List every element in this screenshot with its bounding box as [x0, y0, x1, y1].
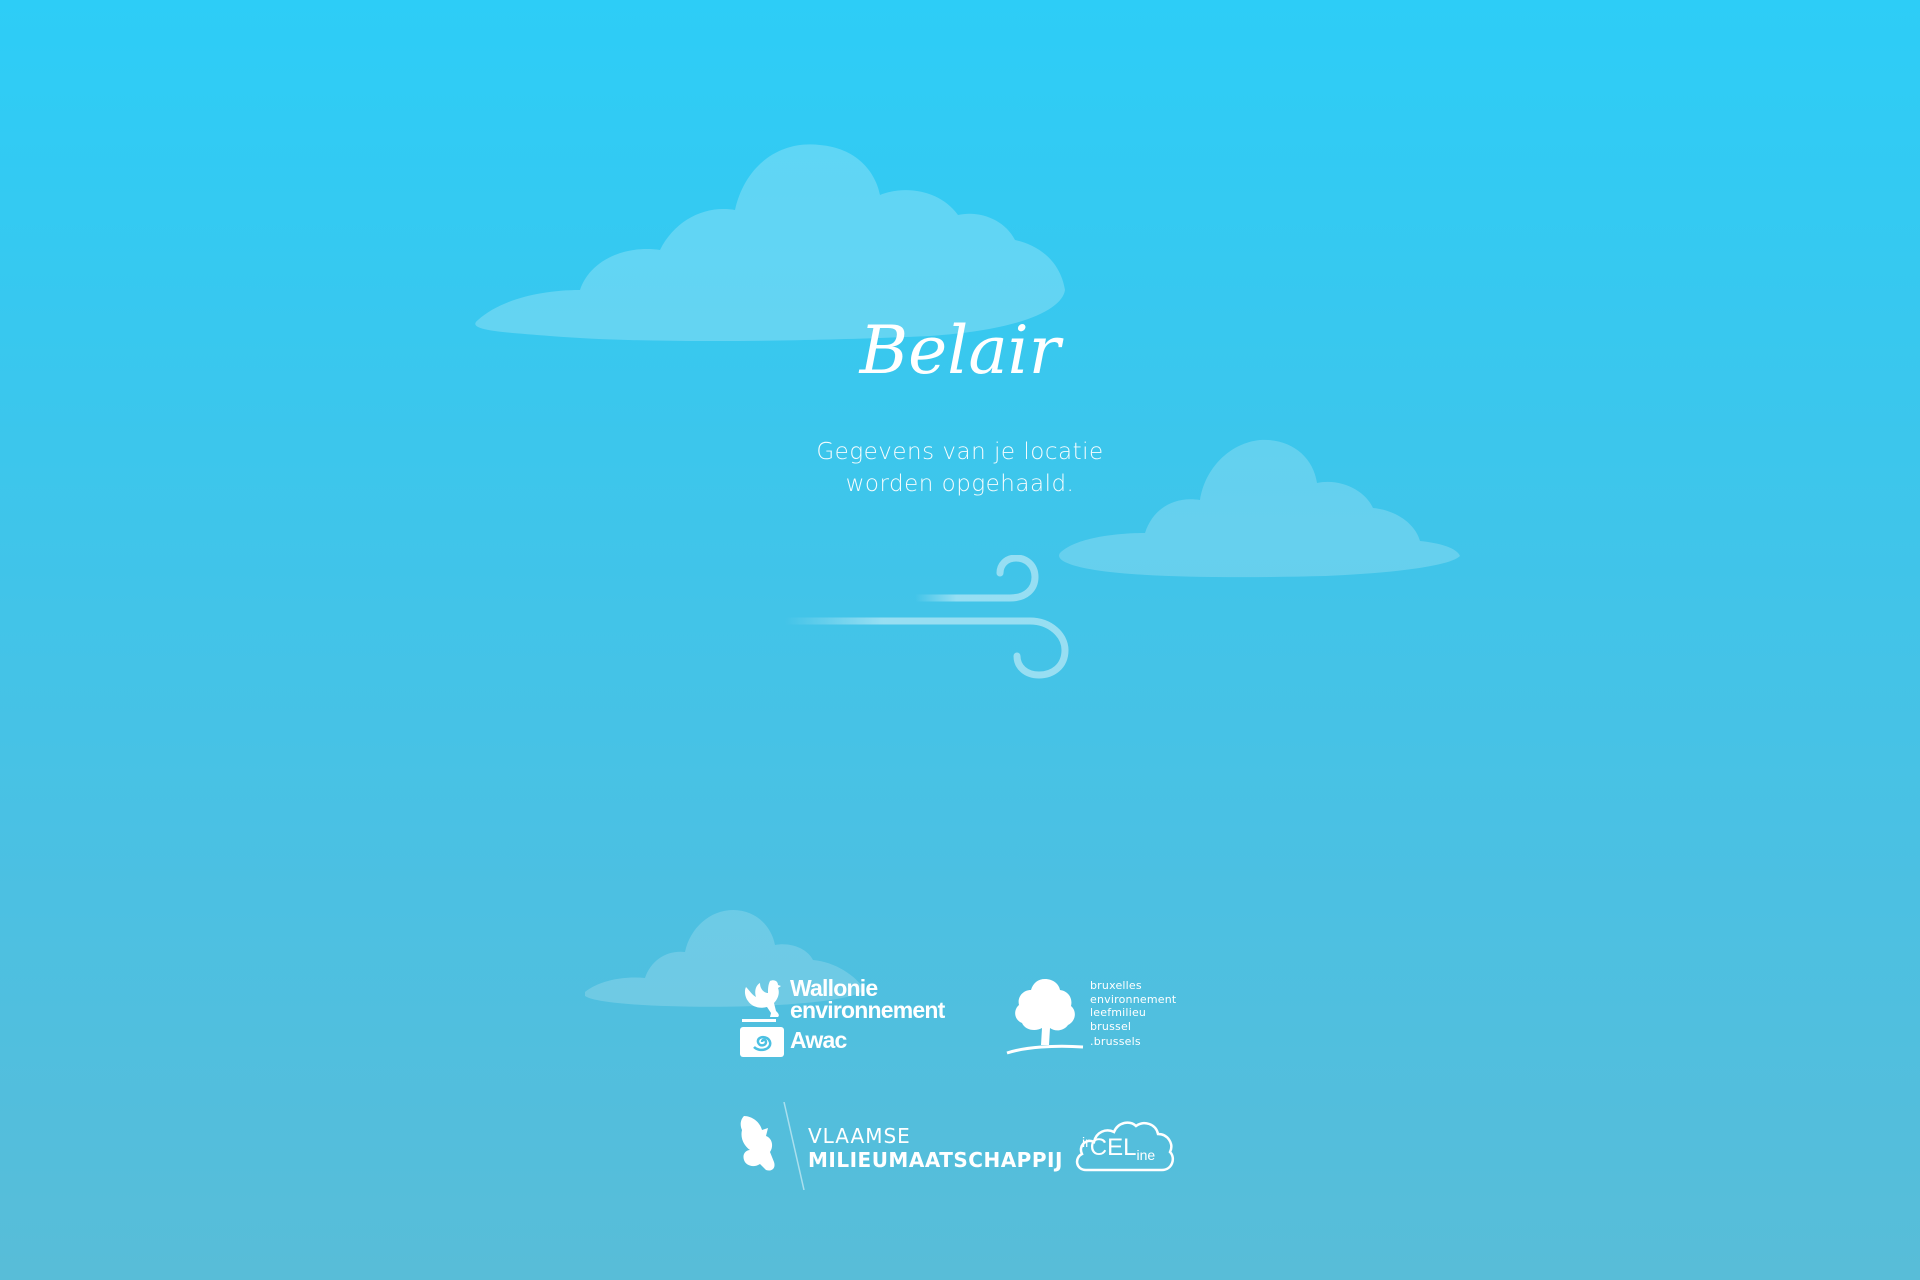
app-title: Belair	[859, 312, 1061, 389]
irceline-logo: irCELine	[1072, 1112, 1177, 1182]
brussels-line: leefmilieu	[1090, 1006, 1147, 1019]
irceline-part: ir	[1082, 1134, 1090, 1150]
irceline-part: ine	[1136, 1147, 1156, 1163]
tree-icon	[1006, 979, 1084, 1055]
brussels-line: bruxelles	[1090, 979, 1142, 992]
divider	[783, 1102, 805, 1190]
bruxelles-environnement-logo: bruxelles environnement leefmilieu bruss…	[1005, 975, 1205, 1055]
rooster-icon	[742, 980, 781, 1022]
wind-icon	[781, 555, 1069, 679]
status-line: worden opgehaald.	[845, 471, 1075, 497]
milieumaatschappij-text: MILIEUMAATSCHAPPIJ	[808, 1148, 1063, 1172]
irceline-part: CEL	[1089, 1134, 1137, 1161]
irceline-text: irCELine	[1082, 1134, 1156, 1163]
status-line: Gegevens van je locatie	[816, 439, 1104, 465]
lion-icon	[740, 1116, 775, 1171]
vlaamse-text: VLAAMSE	[808, 1124, 911, 1148]
environnement-text: environnement	[790, 997, 945, 1023]
vlaamse-milieumaatschappij-logo: VLAAMSE MILIEUMAATSCHAPPIJ	[738, 1102, 1062, 1192]
brussels-line: .brussels	[1090, 1035, 1141, 1048]
brussels-line: brussel	[1090, 1019, 1132, 1033]
spiral-icon	[740, 1027, 784, 1057]
brussels-text: bruxelles environnement leefmilieu bruss…	[1090, 979, 1176, 1049]
brussels-line: environnement	[1090, 992, 1177, 1006]
wallonie-environnement-awac-logo: Wallonie environnement Awac	[740, 975, 970, 1060]
loading-status: Gegevens van je locatie worden opgehaald…	[0, 436, 1920, 500]
awac-text: Awac	[790, 1027, 847, 1053]
